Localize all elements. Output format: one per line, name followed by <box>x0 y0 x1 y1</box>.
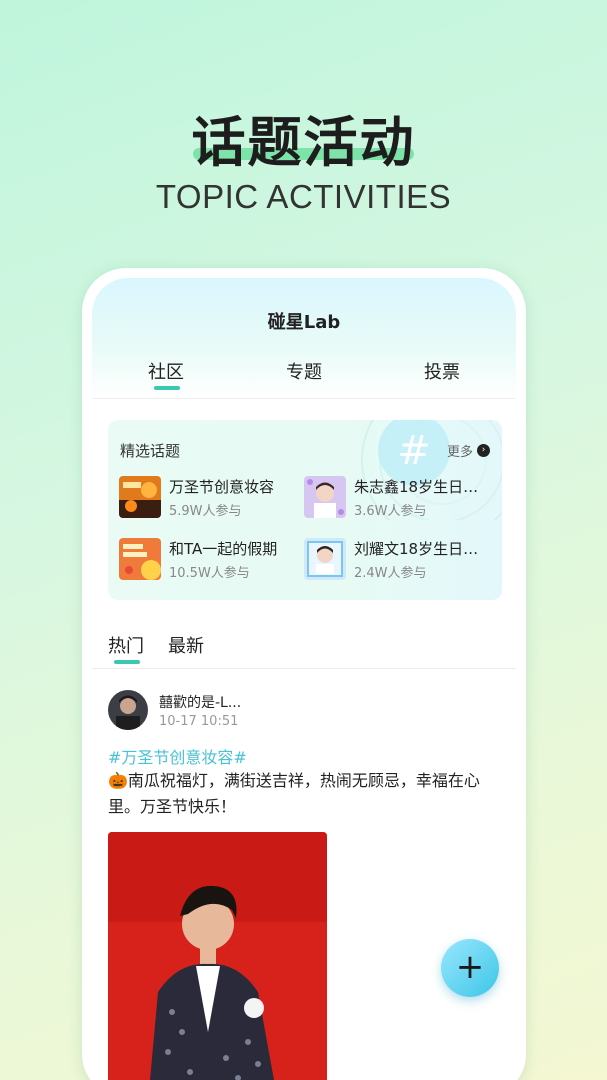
tabs-divider <box>92 398 516 399</box>
topic-item[interactable]: 朱志鑫18岁生日… 3.6W人参与 <box>304 476 494 520</box>
add-post-button[interactable]: + <box>441 939 499 997</box>
tab-latest[interactable]: 最新 <box>168 632 204 658</box>
active-feed-tab-indicator <box>114 660 140 664</box>
app-title: 碰星Lab <box>267 312 341 333</box>
topic-name: 刘耀文18岁生日… <box>354 540 479 558</box>
tab-topics[interactable]: 专题 <box>286 358 322 384</box>
topic-name: 朱志鑫18岁生日… <box>354 478 479 496</box>
featured-topics-title: 精选话题 <box>120 442 181 460</box>
topic-item[interactable]: 和TA一起的假期 10.5W人参与 <box>119 538 309 582</box>
post-text: 🎃南瓜祝福灯，满街送吉祥，热闹无顾忌，幸福在心里。万圣节快乐！ <box>108 771 480 816</box>
tab-hot[interactable]: 热门 <box>108 632 144 658</box>
chevron-right-icon: › <box>477 444 490 457</box>
topic-item[interactable]: 刘耀文18岁生日… 2.4W人参与 <box>304 538 494 582</box>
holiday-thumbnail-icon <box>119 538 161 580</box>
svg-text:#: # <box>397 428 431 474</box>
more-link[interactable]: 更多 › <box>447 441 490 460</box>
feed-tabs-divider <box>92 668 516 669</box>
topic-name: 万圣节创意妆容 <box>169 478 275 496</box>
tab-community[interactable]: 社区 <box>148 358 184 384</box>
birthday-thumbnail-icon <box>304 538 346 580</box>
post-topic-tag[interactable]: #万圣节创意妆容# <box>108 744 247 768</box>
avatar[interactable] <box>108 690 148 730</box>
plus-icon: + <box>455 947 485 987</box>
post-username[interactable]: 囍歡的是-L... <box>159 692 241 712</box>
hero-subtitle: TOPIC ACTIVITIES <box>155 178 452 215</box>
topic-participants: 3.6W人参与 <box>354 504 427 519</box>
active-tab-indicator <box>154 386 180 390</box>
topic-participants: 5.9W人参与 <box>169 504 242 519</box>
halloween-thumbnail-icon <box>119 476 161 518</box>
top-tabs: 社区 专题 投票 <box>92 358 516 398</box>
post-image[interactable] <box>108 832 327 1080</box>
featured-topics-card: # 精选话题 更多 › 万圣节创意妆容 5.9W人参与 朱志鑫18岁生日… 3.… <box>108 420 502 600</box>
topic-participants: 2.4W人参与 <box>354 566 427 581</box>
topic-participants: 10.5W人参与 <box>169 566 250 581</box>
tab-vote[interactable]: 投票 <box>424 358 460 384</box>
topic-item[interactable]: 万圣节创意妆容 5.9W人参与 <box>119 476 309 520</box>
post-timestamp: 10-17 10:51 <box>159 714 239 729</box>
more-label: 更多 <box>446 445 473 460</box>
hero-title: 话题活动 <box>191 111 416 174</box>
birthday-thumbnail-icon <box>304 476 346 518</box>
topic-name: 和TA一起的假期 <box>169 540 278 558</box>
